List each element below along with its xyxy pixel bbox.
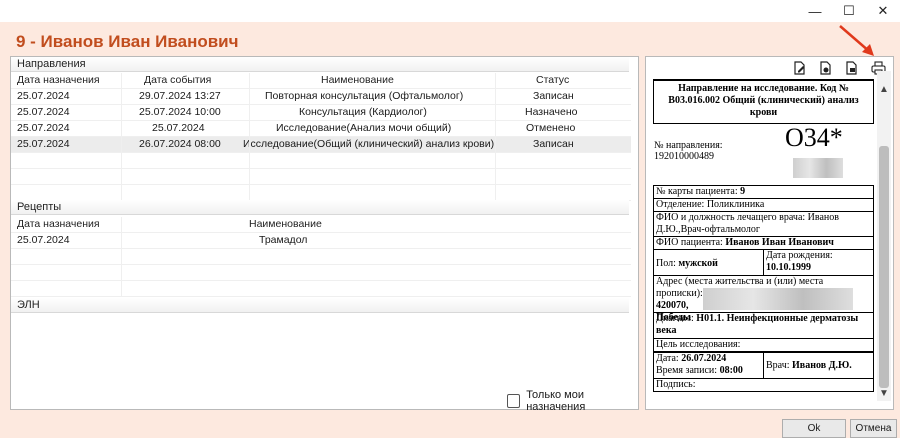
doc-code: О34*	[785, 123, 843, 152]
cell-event-date: 25.07.2024	[152, 122, 205, 134]
col-status[interactable]: Статус	[536, 73, 569, 88]
doc-patient-name: ФИО пациента: Иванов Иван Иванович	[653, 236, 874, 250]
address-line1: 420070,	[656, 300, 689, 311]
document-preview-panel: Направление на исследование. Код № В03.0…	[645, 56, 894, 410]
card-label: № карты пациента:	[656, 186, 738, 197]
close-button[interactable]: ✕	[866, 0, 900, 22]
cell-assign-date: 25.07.2024	[17, 106, 70, 118]
column-divider	[121, 217, 122, 297]
doc-sex: Пол: мужской	[653, 249, 764, 276]
date-label: Дата:	[656, 353, 679, 364]
minimize-button[interactable]: —	[798, 0, 832, 22]
time-label: Время записи:	[656, 365, 718, 376]
cell-status: Отменено	[526, 122, 576, 134]
document-scrollbar[interactable]: ▲ ▼	[877, 71, 891, 401]
cell-status: Назначено	[525, 106, 578, 118]
directions-section-header: Направления	[11, 57, 629, 72]
redacted-address	[703, 288, 853, 310]
maximize-button[interactable]: ☐	[832, 0, 866, 22]
cell-assign-date: 25.07.2024	[17, 234, 70, 246]
col-assign-date[interactable]: Дата назначения	[17, 217, 100, 232]
patient-value: Иванов Иван Иванович	[725, 237, 834, 248]
table-row[interactable]: 25.07.2024 Трамадол	[11, 233, 631, 249]
ok-button[interactable]: Ok	[782, 419, 846, 438]
col-assign-date[interactable]: Дата назначения	[17, 73, 100, 88]
directions-table: Дата назначения Дата события Наименовани…	[11, 73, 631, 203]
patient-label: ФИО пациента:	[656, 237, 723, 248]
table-row-selected[interactable]: 25.07.2024 26.07.2024 08:00 Исследование…	[11, 137, 631, 153]
doc-diagnosis: Диагноз: Н01.1. Неинфекционные дерматозы…	[653, 312, 874, 339]
dob-label: Дата рождения:	[766, 250, 833, 261]
empty-row	[11, 153, 631, 169]
doctor-value: Иванов Д.Ю.	[792, 360, 852, 371]
cell-name: Трамадол	[259, 234, 308, 246]
doc-department: Отделение: Поликлиника	[653, 198, 874, 212]
card-value: 9	[740, 186, 746, 197]
recipes-section-header: Рецепты	[11, 200, 629, 215]
scroll-up-icon[interactable]: ▲	[877, 83, 891, 97]
empty-row	[11, 249, 631, 265]
column-divider	[495, 73, 496, 203]
cell-assign-date: 25.07.2024	[17, 138, 70, 150]
column-divider	[121, 73, 122, 203]
cell-status: Записан	[533, 90, 574, 102]
sex-label: Пол:	[656, 258, 676, 269]
cell-name: Консультация (Кардиолог)	[299, 106, 427, 118]
only-mine-label: Только мои назначения	[526, 389, 586, 413]
recipes-table: Дата назначения Наименование 25.07.2024 …	[11, 217, 631, 297]
doc-doctor: Врач: Иванов Д.Ю.	[763, 351, 874, 379]
direction-no-label: № направления:	[654, 140, 723, 151]
cell-event-date: 25.07.2024 10:00	[139, 106, 221, 118]
scroll-thumb[interactable]	[879, 146, 889, 388]
redacted-barcode	[793, 158, 843, 178]
appointments-panel: Направления Дата назначения Дата события…	[10, 56, 639, 413]
empty-row	[11, 265, 631, 281]
diagnosis-label: Диагноз:	[656, 313, 694, 324]
cell-name: Исследование(Анализ мочи общий)	[276, 122, 452, 134]
direction-no-value: 192010000489	[654, 151, 714, 162]
col-name[interactable]: Наименование	[321, 73, 394, 88]
doc-title: Направление на исследование. Код № В03.0…	[653, 79, 874, 124]
only-mine-toggle[interactable]: Только мои назначения	[507, 389, 638, 413]
window-titlebar: — ☐ ✕	[0, 0, 900, 22]
empty-row	[11, 281, 631, 297]
cell-name: Повторная консультация (Офтальмолог)	[265, 90, 464, 102]
cell-name: Исследование(Общий (клинический) анализ …	[243, 138, 495, 150]
eln-section-header: ЭЛН	[11, 298, 629, 313]
doc-attending-doctor: ФИО и должность лечащего врача: Иванов Д…	[653, 211, 874, 237]
date-value: 26.07.2024	[681, 353, 727, 364]
doc-signature: Подпись:	[653, 378, 874, 392]
empty-row	[11, 169, 631, 185]
directions-header-row: Дата назначения Дата события Наименовани…	[11, 73, 631, 89]
doctor-label: Врач:	[766, 360, 790, 371]
cell-status: Записан	[533, 138, 574, 150]
doc-card-number: № карты пациента: 9	[653, 185, 874, 199]
doc-direction-number: № направления: 192010000489	[654, 140, 764, 162]
cell-event-date: 26.07.2024 08:00	[139, 138, 221, 150]
direction-document: Направление на исследование. Код № В03.0…	[653, 71, 874, 401]
cell-assign-date: 25.07.2024	[17, 122, 70, 134]
column-divider	[249, 73, 250, 203]
doc-goal: Цель исследования:	[653, 338, 874, 352]
sex-value: мужской	[678, 258, 718, 269]
cancel-button[interactable]: Отмена	[850, 419, 897, 438]
cell-assign-date: 25.07.2024	[17, 90, 70, 102]
col-event-date[interactable]: Дата события	[144, 73, 211, 88]
scroll-down-icon[interactable]: ▼	[877, 387, 891, 401]
page-title: 9 - Иванов Иван Иванович	[16, 32, 239, 51]
empty-row	[11, 185, 631, 201]
table-row[interactable]: 25.07.2024 29.07.2024 13:27 Повторная ко…	[11, 89, 631, 105]
dob-value: 10.10.1999	[766, 262, 811, 273]
table-row[interactable]: 25.07.2024 25.07.2024 Исследование(Анали…	[11, 121, 631, 137]
table-row[interactable]: 25.07.2024 25.07.2024 10:00 Консультация…	[11, 105, 631, 121]
doc-birth-date: Дата рождения: 10.10.1999	[763, 249, 874, 276]
recipes-header-row: Дата назначения Наименование	[11, 217, 631, 233]
cell-event-date: 29.07.2024 13:27	[139, 90, 221, 102]
time-value: 08:00	[719, 365, 743, 376]
only-mine-checkbox[interactable]	[507, 394, 521, 408]
col-name[interactable]: Наименование	[249, 217, 322, 232]
doc-date-time: Дата: 26.07.2024 Время записи: 08:00	[653, 351, 764, 379]
